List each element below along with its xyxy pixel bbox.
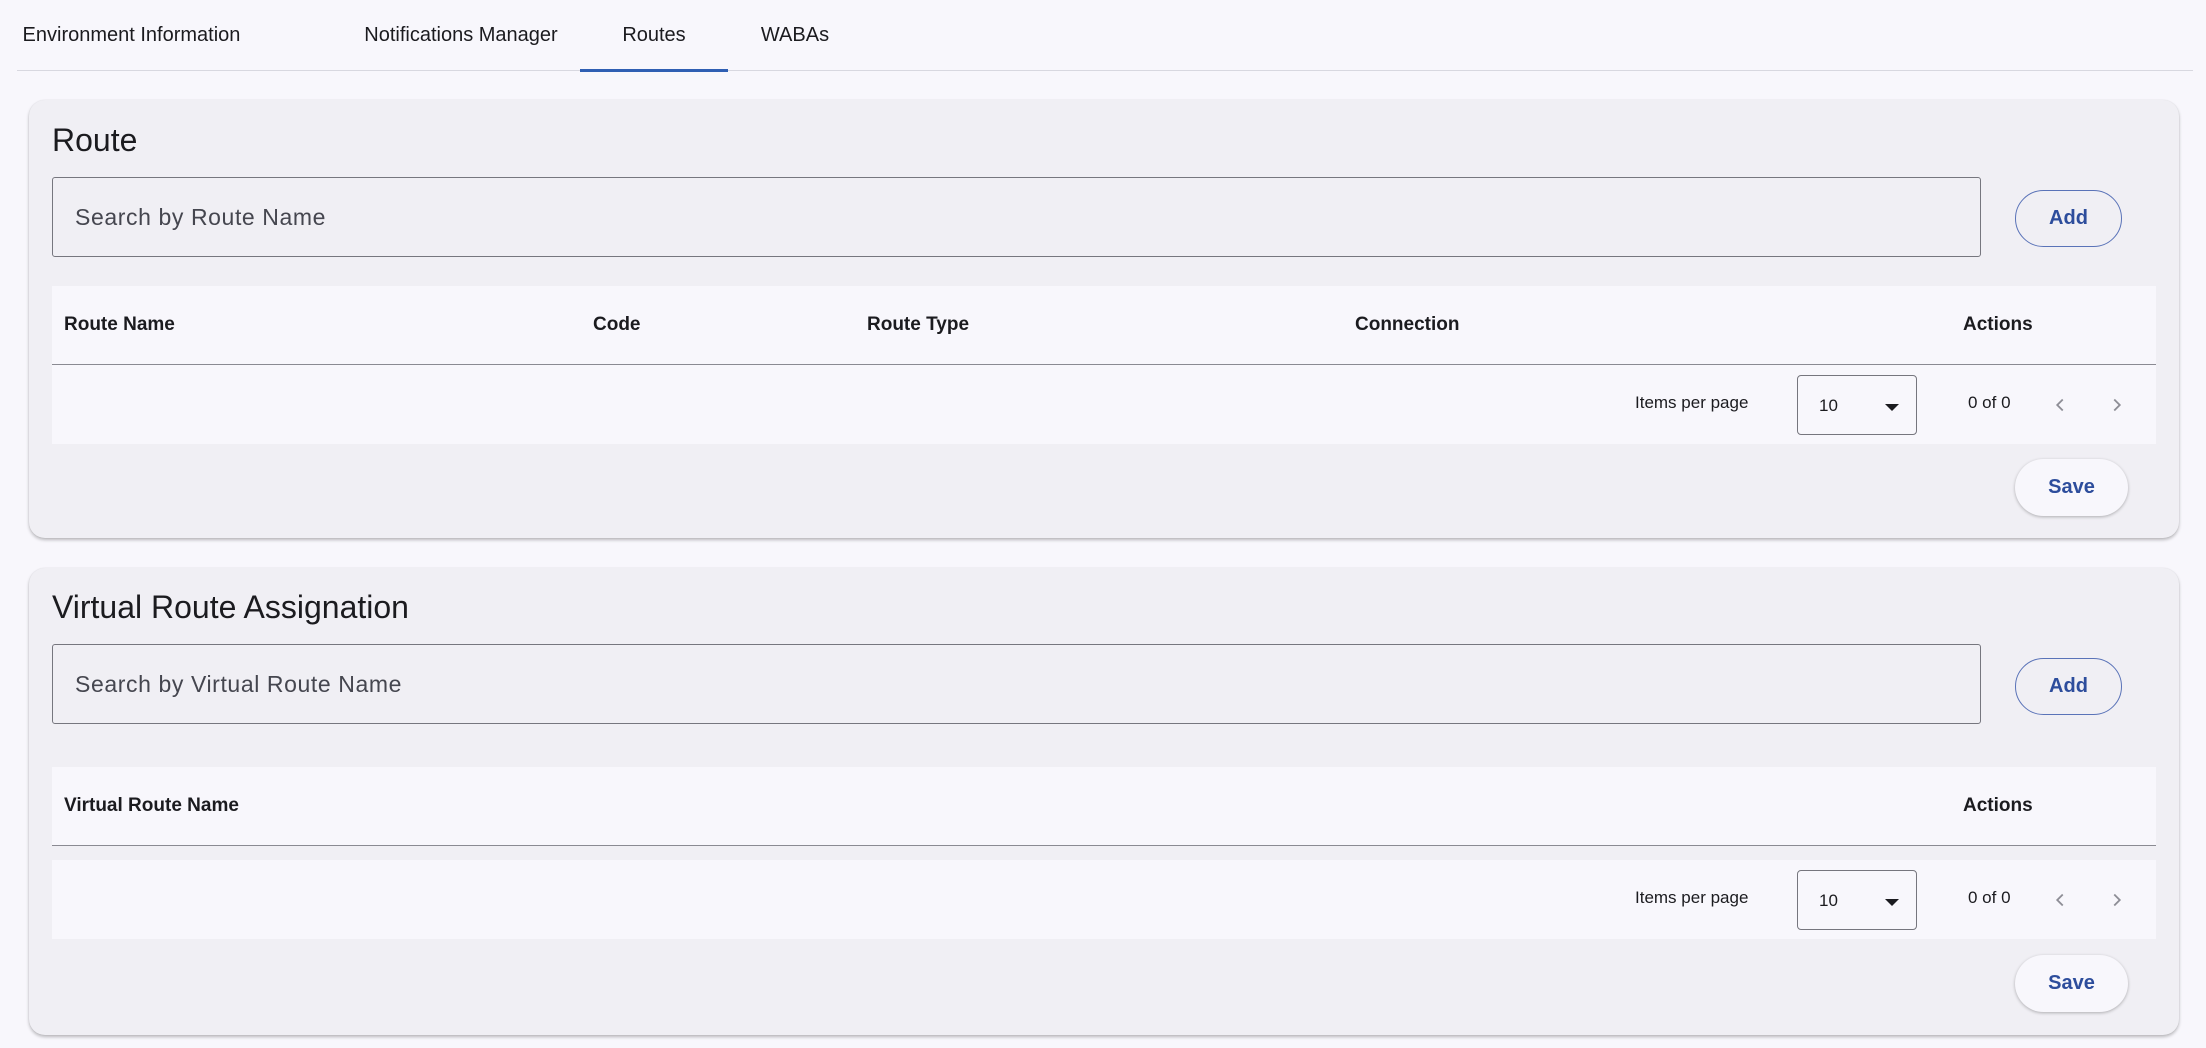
route-paginator: Items per page 10 0 of 0: [52, 365, 2156, 444]
previous-page-button[interactable]: [2040, 385, 2080, 425]
route-search-field[interactable]: [52, 177, 1981, 257]
caret-down-icon: [1885, 899, 1899, 906]
save-virtual-route-button[interactable]: Save: [2015, 955, 2128, 1012]
virtual-route-card: Virtual Route Assignation Add Virtual Ro…: [29, 568, 2179, 1035]
previous-page-button[interactable]: [2040, 880, 2080, 920]
save-route-button[interactable]: Save: [2015, 459, 2128, 516]
add-virtual-route-button[interactable]: Add: [2015, 658, 2122, 715]
tab-routes[interactable]: Routes: [580, 0, 728, 72]
virtual-route-search-field[interactable]: [52, 644, 1981, 724]
tab-bar: Environment Information Notifications Ma…: [17, 0, 2193, 72]
chevron-left-icon: [2055, 893, 2064, 907]
column-header-actions: Actions: [1963, 314, 2033, 335]
virtual-route-paginator: Items per page 10 0 of 0: [52, 860, 2156, 939]
column-header-connection[interactable]: Connection: [1355, 286, 1460, 364]
page-size-value: 10: [1819, 396, 1838, 415]
column-header-actions: Actions: [1963, 795, 2033, 816]
add-route-button[interactable]: Add: [2015, 190, 2122, 247]
page-size-select[interactable]: 10: [1797, 870, 1917, 930]
virtual-route-search-input[interactable]: [53, 645, 1980, 723]
caret-down-icon: [1885, 404, 1899, 411]
column-header-virtual-route-name[interactable]: Virtual Route Name: [64, 767, 239, 845]
column-header-code[interactable]: Code: [593, 286, 641, 364]
items-per-page-label: Items per page: [1635, 393, 1749, 412]
chevron-left-icon: [2055, 398, 2064, 412]
page-range-label: 0 of 0: [1968, 393, 2011, 412]
route-card-title: Route: [52, 122, 138, 158]
items-per-page-label: Items per page: [1635, 888, 1749, 907]
chevron-right-icon: [2113, 398, 2122, 412]
tab-environment-information[interactable]: Environment Information: [17, 0, 246, 71]
column-header-route-type[interactable]: Route Type: [867, 286, 969, 364]
virtual-route-card-title: Virtual Route Assignation: [52, 589, 409, 625]
tab-wabas[interactable]: WABAs: [728, 0, 862, 71]
next-page-button[interactable]: [2097, 385, 2137, 425]
column-header-route-name[interactable]: Route Name: [64, 286, 175, 364]
page-size-value: 10: [1819, 891, 1838, 910]
chevron-right-icon: [2113, 893, 2122, 907]
virtual-route-table-header: Virtual Route Name Actions: [52, 767, 2156, 846]
route-search-input[interactable]: [53, 178, 1980, 256]
route-card: Route Add Route Name Code Route Type Con…: [29, 100, 2179, 538]
route-table-header: Route Name Code Route Type Connection Ac…: [52, 286, 2156, 365]
tab-notifications-manager[interactable]: Notifications Manager: [328, 0, 594, 71]
page-range-label: 0 of 0: [1968, 888, 2011, 907]
page-size-select[interactable]: 10: [1797, 375, 1917, 435]
next-page-button[interactable]: [2097, 880, 2137, 920]
